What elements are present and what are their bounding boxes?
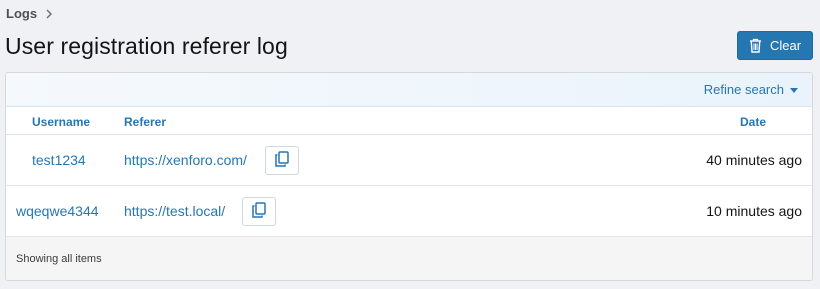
caret-down-icon (790, 87, 798, 93)
date-cell: 40 minutes ago (706, 152, 802, 168)
copy-icon (275, 151, 289, 170)
copy-icon (252, 202, 266, 221)
table-header-row: Username Referer Date (6, 107, 812, 135)
breadcrumb: Logs (6, 6, 55, 21)
clear-button[interactable]: Clear (737, 31, 813, 60)
filter-bar: Refine search (6, 73, 812, 107)
clear-button-label: Clear (769, 38, 802, 53)
table-row: wqeqwe4344 https://test.local/ 10 minute… (6, 186, 812, 237)
refine-search-label: Refine search (703, 82, 784, 97)
refine-search-toggle[interactable]: Refine search (704, 82, 798, 97)
trash-icon (749, 38, 762, 53)
page-title: User registration referer log (5, 33, 288, 59)
username-link[interactable]: test1234 (32, 152, 86, 168)
table-footer: Showing all items (6, 237, 812, 280)
log-table-block: Refine search Username Referer Date test… (5, 72, 813, 281)
date-cell: 10 minutes ago (706, 203, 802, 219)
column-header-username: Username (32, 115, 91, 129)
breadcrumb-item-logs[interactable]: Logs (6, 6, 37, 21)
referer-link[interactable]: https://xenforo.com/ (124, 152, 247, 168)
column-header-referer: Referer (124, 115, 167, 129)
table-row: test1234 https://xenforo.com/ 40 minutes… (6, 135, 812, 186)
chevron-right-icon (45, 8, 55, 20)
referer-link[interactable]: https://test.local/ (124, 203, 225, 219)
copy-button[interactable] (265, 146, 299, 175)
username-link[interactable]: wqeqwe4344 (16, 203, 99, 219)
column-header-date: Date (739, 115, 766, 129)
copy-button[interactable] (242, 197, 276, 226)
